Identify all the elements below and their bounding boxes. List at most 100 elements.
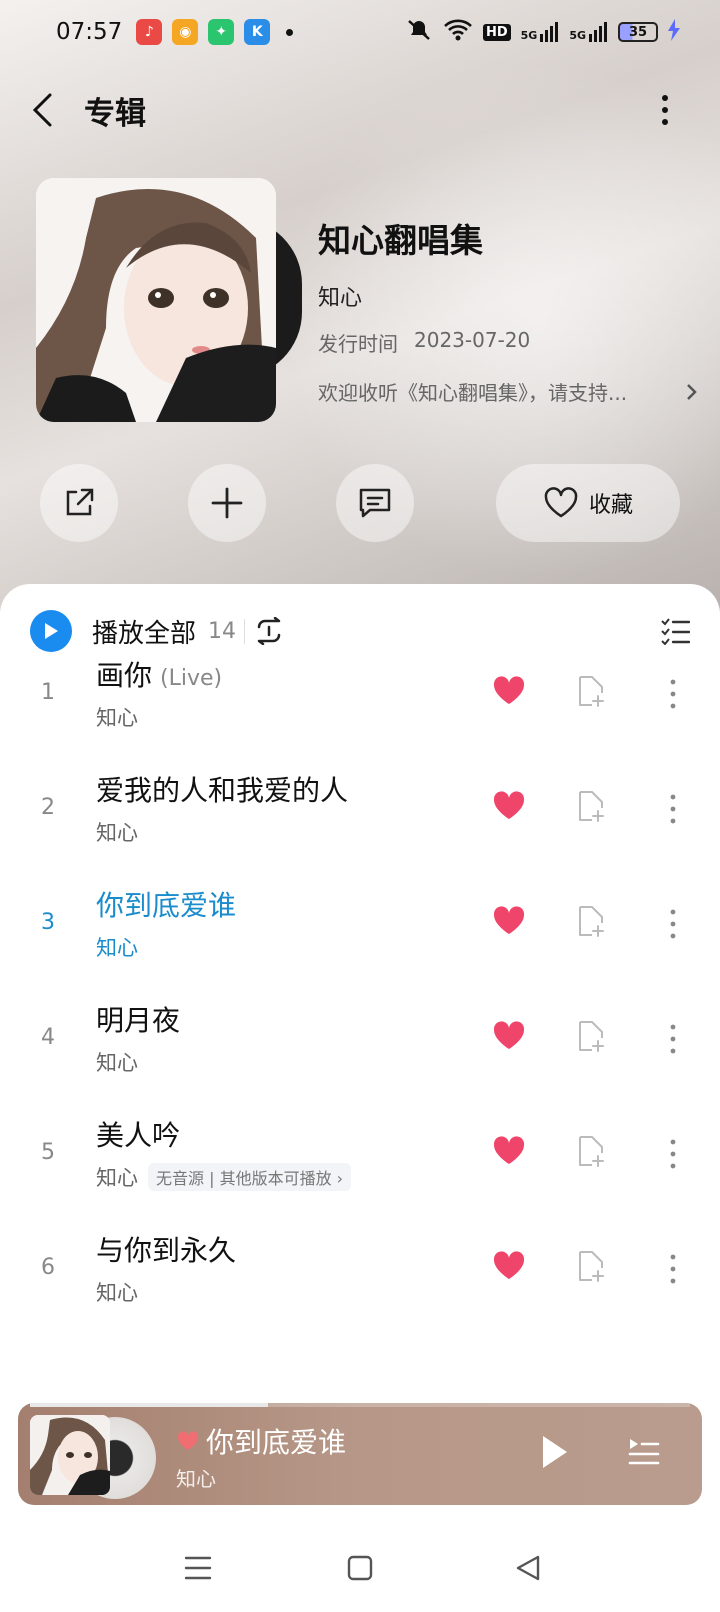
- mini-player-title: 你到底爱谁: [206, 1426, 347, 1459]
- album-cover[interactable]: [36, 178, 276, 422]
- mini-player-title-row: 你到底爱谁: [176, 1421, 346, 1461]
- song-artist: 知心: [96, 706, 138, 730]
- song-more-button[interactable]: [668, 674, 678, 714]
- song-row[interactable]: 6 与你到永久 知心: [0, 1217, 720, 1327]
- song-count: 14: [208, 618, 246, 644]
- like-button[interactable]: [492, 1136, 526, 1170]
- page-title: 专辑: [84, 95, 146, 132]
- heart-filled-icon: [493, 676, 525, 704]
- mini-player-artist: 知心: [176, 1467, 216, 1491]
- share-icon: [66, 488, 94, 516]
- comment-icon: [359, 488, 391, 518]
- song-row[interactable]: 4 明月夜 知心: [0, 987, 720, 1097]
- more-vertical-icon: [662, 95, 668, 125]
- song-more-button[interactable]: [668, 1249, 678, 1289]
- song-title-text: 画你: [96, 659, 153, 692]
- album-artist[interactable]: 知心: [318, 280, 698, 312]
- play-icon: [45, 623, 58, 639]
- repeat-mode-button[interactable]: [253, 617, 285, 645]
- like-button[interactable]: [492, 1021, 526, 1055]
- repeat-one-icon: [257, 617, 281, 645]
- add-to-playlist-button[interactable]: [576, 1249, 606, 1287]
- favorite-button[interactable]: 收藏: [496, 464, 680, 542]
- song-artist: 知心: [96, 1281, 138, 1305]
- add-to-playlist-button[interactable]: [576, 904, 606, 942]
- song-title: 你到底爱谁: [96, 884, 244, 924]
- system-back-button[interactable]: [508, 1548, 548, 1588]
- share-button[interactable]: [40, 464, 118, 542]
- wifi-icon: [443, 18, 473, 46]
- album-description[interactable]: 欢迎收听《知心翻唱集》，请支持...: [318, 377, 698, 406]
- weibo-icon: ◉: [172, 19, 199, 45]
- song-artist-row: 知心: [96, 817, 138, 847]
- signal-icon-1: 5G: [521, 22, 560, 42]
- song-more-button[interactable]: [668, 789, 678, 829]
- song-number: 6: [41, 1255, 55, 1280]
- song-row[interactable]: 3 你到底爱谁 知心: [0, 872, 720, 982]
- like-button[interactable]: [492, 1251, 526, 1285]
- song-artist-row: 知心 无音源 | 其他版本可播放 ›: [96, 1162, 352, 1192]
- album-actions: 收藏: [40, 464, 680, 544]
- more-vertical-icon: [670, 1024, 676, 1054]
- mini-play-button[interactable]: [540, 1433, 570, 1475]
- more-vertical-icon: [670, 1254, 676, 1284]
- song-row[interactable]: 1 画你 (Live) 知心: [0, 642, 720, 752]
- add-to-playlist-button[interactable]: [576, 1134, 606, 1172]
- recent-apps-button[interactable]: [178, 1548, 218, 1588]
- album-release-date: 发行时间 2023-07-20: [318, 328, 698, 357]
- add-to-playlist-button[interactable]: [576, 789, 606, 827]
- add-to-playlist-button[interactable]: [576, 674, 606, 712]
- song-title-text: 爱我的人和我爱的人: [96, 774, 349, 807]
- album-name: 知心翻唱集: [318, 221, 483, 260]
- add-note-icon: [579, 906, 604, 937]
- chevron-right-icon: [687, 383, 697, 400]
- back-triangle-icon: [516, 1555, 540, 1581]
- heart-outline-icon: [544, 487, 578, 518]
- heart-filled-icon: [493, 791, 525, 819]
- multi-select-button[interactable]: [660, 617, 690, 645]
- mini-player-cover[interactable]: [30, 1415, 110, 1495]
- song-number: 3: [41, 910, 55, 935]
- play-queue-button[interactable]: [626, 1435, 660, 1471]
- top-bar: 专辑: [0, 72, 720, 148]
- song-number: 2: [41, 795, 55, 820]
- song-number: 4: [41, 1025, 55, 1050]
- heart-filled-icon: [177, 1431, 199, 1450]
- add-button[interactable]: [188, 464, 266, 542]
- add-to-playlist-button[interactable]: [576, 1019, 606, 1057]
- queue-icon: [628, 1439, 660, 1465]
- battery-icon: 35: [618, 22, 658, 42]
- song-more-button[interactable]: [668, 904, 678, 944]
- like-button[interactable]: [492, 676, 526, 710]
- more-vertical-icon: [670, 1139, 676, 1169]
- playback-progress[interactable]: [30, 1403, 690, 1407]
- song-title: 与你到永久: [96, 1229, 244, 1269]
- heart-filled-icon: [493, 906, 525, 934]
- song-title: 爱我的人和我爱的人: [96, 769, 356, 809]
- song-title-text: 美人吟: [96, 1119, 181, 1152]
- song-more-button[interactable]: [668, 1134, 678, 1174]
- playback-progress-fill: [30, 1403, 268, 1407]
- song-row[interactable]: 5 美人吟 知心 无音源 | 其他版本可播放 ›: [0, 1102, 720, 1212]
- like-button[interactable]: [492, 906, 526, 940]
- song-title-text: 与你到永久: [96, 1234, 237, 1267]
- more-options-button[interactable]: [650, 85, 680, 135]
- song-artist-row: 知心: [96, 1277, 138, 1307]
- song-row[interactable]: 2 爱我的人和我爱的人 知心: [0, 757, 720, 867]
- song-source-note[interactable]: 无音源 | 其他版本可播放 ›: [148, 1163, 352, 1191]
- app-notify-icon: ✦: [208, 19, 235, 45]
- like-button[interactable]: [492, 791, 526, 825]
- song-artist: 知心: [96, 936, 138, 960]
- more-vertical-icon: [670, 794, 676, 824]
- song-artist-row: 知心: [96, 1047, 138, 1077]
- status-bar: 07:57 ♪ ◉ ✦ K HD 5G 5G 35: [0, 0, 720, 64]
- song-title-text: 你到底爱谁: [96, 889, 237, 922]
- song-title: 画你 (Live): [96, 654, 222, 694]
- home-button[interactable]: [340, 1548, 380, 1588]
- comment-button[interactable]: [336, 464, 414, 542]
- hd-icon: HD: [482, 23, 511, 41]
- menu-icon: [184, 1556, 212, 1580]
- back-button[interactable]: [12, 80, 72, 140]
- song-more-button[interactable]: [668, 1019, 678, 1059]
- mini-player[interactable]: 你到底爱谁 知心: [18, 1403, 702, 1505]
